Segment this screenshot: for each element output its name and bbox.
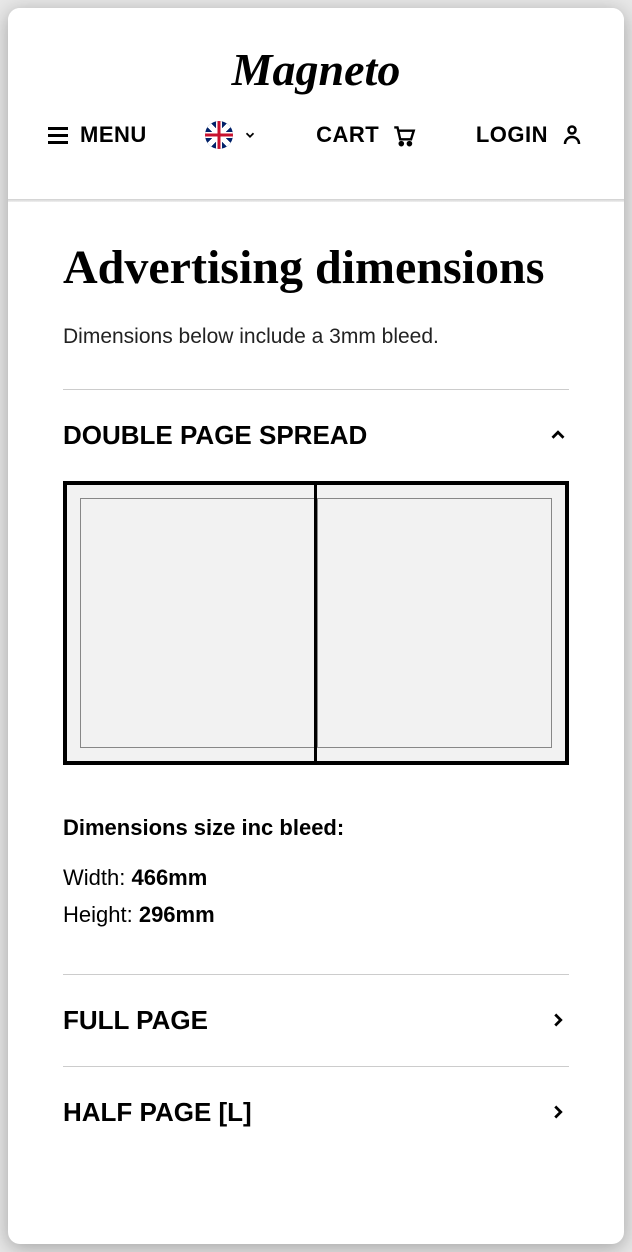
login-label: LOGIN (476, 122, 548, 148)
width-value: 466mm (131, 865, 207, 890)
page-subtitle: Dimensions below include a 3mm bleed. (63, 325, 569, 349)
chevron-down-icon (243, 128, 257, 142)
cart-icon (391, 122, 417, 148)
height-label: Height: (63, 902, 139, 927)
dimensions-heading: Dimensions size inc bleed: (63, 815, 569, 841)
dps-left-page (80, 498, 314, 748)
width-row: Width: 466mm (63, 859, 569, 896)
dps-diagram (63, 481, 569, 765)
menu-label: MENU (80, 122, 147, 148)
language-selector[interactable] (205, 121, 257, 149)
width-label: Width: (63, 865, 131, 890)
accordion-header-dps[interactable]: DOUBLE PAGE SPREAD (63, 390, 569, 481)
accordion-header-halfpage[interactable]: HALF PAGE [L] (63, 1067, 569, 1158)
header: Magneto MENU CART (8, 8, 624, 169)
chevron-right-icon (547, 1009, 569, 1031)
dimensions-section: Dimensions size inc bleed: Width: 466mm … (63, 815, 569, 974)
cart-button[interactable]: CART (316, 122, 417, 148)
menu-button[interactable]: MENU (48, 122, 147, 148)
hamburger-icon (48, 127, 68, 144)
chevron-up-icon (547, 424, 569, 446)
accordion-title: FULL PAGE (63, 1005, 208, 1036)
dps-right-page (317, 498, 552, 748)
cart-label: CART (316, 122, 379, 148)
logo: Magneto (38, 43, 594, 96)
accordion-title: HALF PAGE [L] (63, 1097, 252, 1128)
nav-row: MENU CART LOGIN (38, 121, 594, 149)
height-value: 296mm (139, 902, 215, 927)
accordion-header-fullpage[interactable]: FULL PAGE (63, 975, 569, 1066)
login-button[interactable]: LOGIN (476, 122, 584, 148)
user-icon (560, 123, 584, 147)
uk-flag-icon (205, 121, 233, 149)
height-row: Height: 296mm (63, 896, 569, 933)
dps-diagram-container (63, 481, 569, 815)
phone-frame: Magneto MENU CART (8, 8, 624, 1244)
content: Advertising dimensions Dimensions below … (8, 202, 624, 1158)
chevron-right-icon (547, 1101, 569, 1123)
dps-inner (80, 498, 552, 748)
accordion-title: DOUBLE PAGE SPREAD (63, 420, 367, 451)
page-title: Advertising dimensions (63, 242, 569, 295)
